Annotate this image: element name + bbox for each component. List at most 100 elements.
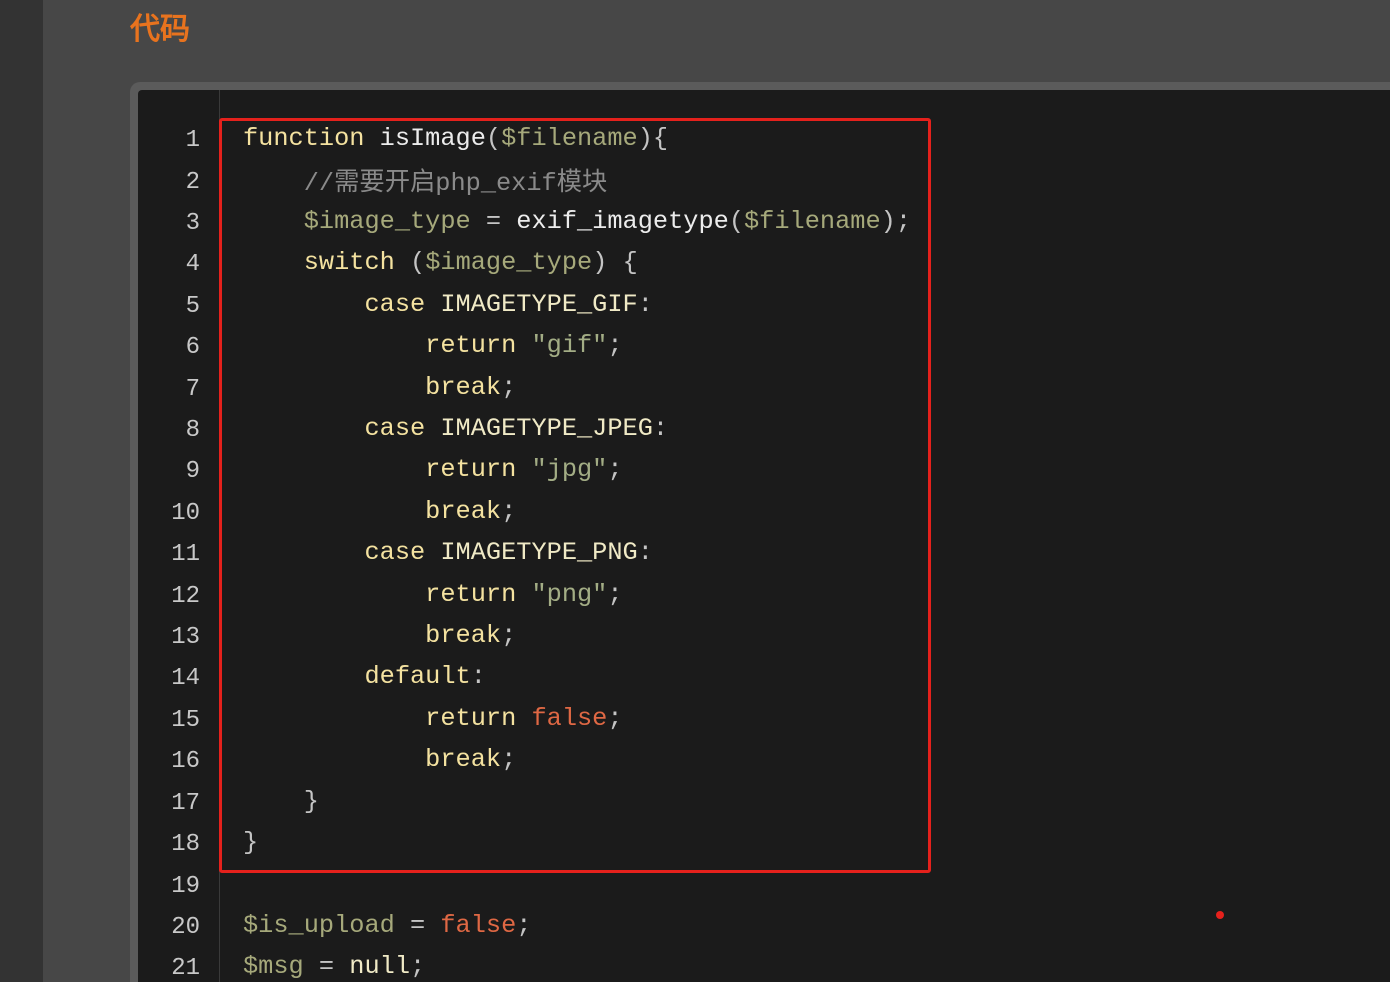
code-token-keyword: return bbox=[425, 455, 517, 485]
code-token-punctuation: ; bbox=[607, 331, 623, 361]
code-token-punctuation: ; bbox=[607, 455, 623, 485]
code-text: case IMAGETYPE_PNG: bbox=[243, 538, 653, 568]
left-sidebar-strip bbox=[0, 0, 43, 982]
code-line: 21 $msg = null; bbox=[138, 946, 1390, 982]
code-text: break; bbox=[243, 373, 516, 402]
code-text: break; bbox=[243, 745, 516, 774]
line-number: 16 bbox=[171, 748, 200, 776]
code-line: 10 break; bbox=[138, 491, 1390, 532]
code-text: $image_type = exif_imagetype($filename); bbox=[243, 207, 911, 236]
code-text: case IMAGETYPE_GIF: bbox=[243, 289, 653, 319]
code-line: 19 bbox=[138, 863, 1390, 904]
code-line: 12 return "png"; bbox=[138, 573, 1390, 614]
code-token-keyword: break bbox=[425, 372, 502, 402]
code-token-keyword: case bbox=[364, 289, 426, 319]
code-token-string: "png" bbox=[531, 579, 608, 609]
code-token-keyword: switch bbox=[303, 248, 395, 278]
code-token-punctuation: ; bbox=[501, 372, 517, 402]
code-line: 17 } bbox=[138, 781, 1390, 822]
code-token-function: exif_imagetype bbox=[516, 207, 729, 237]
line-number: 1 bbox=[185, 127, 200, 155]
line-number: 17 bbox=[171, 789, 200, 817]
code-token-punctuation: ){ bbox=[637, 124, 669, 154]
code-line: 18} bbox=[138, 822, 1390, 863]
code-lines: 1 function isImage($filename){2 //需要开启php… bbox=[138, 118, 1390, 982]
line-number: 2 bbox=[185, 168, 200, 196]
code-text: function isImage($filename){ bbox=[243, 124, 668, 153]
code-token-punctuation: } bbox=[243, 828, 259, 858]
code-line: 13 break; bbox=[138, 615, 1390, 656]
code-line: 3 $image_type = exif_imagetype($filename… bbox=[138, 201, 1390, 242]
code-line: 7 break; bbox=[138, 366, 1390, 407]
code-token-variable: $filename bbox=[501, 124, 638, 154]
code-token-keyword: break bbox=[425, 496, 502, 526]
code-token-punctuation: ; bbox=[501, 745, 517, 775]
line-number: 10 bbox=[171, 499, 200, 527]
line-number: 9 bbox=[185, 458, 200, 486]
code-token-punctuation: : bbox=[637, 289, 653, 319]
code-token-punctuation: = bbox=[394, 910, 441, 940]
code-token-keyword: case bbox=[364, 538, 426, 568]
page-title: 代码 bbox=[130, 13, 190, 46]
code-token-string: "gif" bbox=[531, 331, 608, 361]
code-line: 4 switch ($image_type) { bbox=[138, 242, 1390, 283]
code-token-punctuation: ; bbox=[410, 952, 426, 982]
code-token-variable: $msg bbox=[243, 952, 304, 982]
code-token-punctuation: ) { bbox=[592, 248, 638, 278]
code-text: return "png"; bbox=[243, 579, 622, 609]
code-token-keyword: case bbox=[364, 414, 426, 444]
line-number: 14 bbox=[171, 665, 200, 693]
code-line: 14 default: bbox=[138, 656, 1390, 697]
code-token-punctuation: ); bbox=[880, 207, 912, 237]
line-number: 7 bbox=[185, 375, 200, 403]
line-number: 15 bbox=[171, 706, 200, 734]
code-line: 11 case IMAGETYPE_PNG: bbox=[138, 532, 1390, 573]
code-token-punctuation: ; bbox=[516, 910, 532, 940]
code-token-punctuation: ( bbox=[394, 248, 426, 278]
code-line: 6 return "gif"; bbox=[138, 325, 1390, 366]
code-line: 20 $is_upload = false; bbox=[138, 905, 1390, 946]
code-text: return false; bbox=[243, 703, 622, 733]
code-token-punctuation: ( bbox=[485, 124, 502, 154]
code-token-variable: $filename bbox=[744, 207, 881, 237]
code-viewport: 1 function isImage($filename){2 //需要开启php… bbox=[138, 90, 1390, 982]
line-number: 19 bbox=[171, 872, 200, 900]
line-number: 13 bbox=[171, 624, 200, 652]
code-token-punctuation: : bbox=[470, 662, 486, 692]
code-token-punctuation: = bbox=[303, 952, 350, 982]
code-token-string: "jpg" bbox=[531, 455, 608, 485]
code-line: 9 return "jpg"; bbox=[138, 449, 1390, 490]
code-token-keyword: return bbox=[425, 703, 517, 733]
code-token-variable: $is_upload bbox=[243, 910, 395, 940]
code-line: 1 function isImage($filename){ bbox=[138, 118, 1390, 159]
code-token-boolean: false bbox=[440, 910, 517, 940]
line-number: 8 bbox=[185, 417, 200, 445]
code-token-punctuation: = bbox=[470, 207, 517, 237]
code-token-punctuation: : bbox=[637, 538, 653, 568]
line-number: 5 bbox=[185, 292, 200, 320]
code-token-punctuation: } bbox=[303, 786, 319, 816]
line-number: 12 bbox=[171, 582, 200, 610]
code-token-variable: $image_type bbox=[303, 207, 471, 237]
code-line: 15 return false; bbox=[138, 698, 1390, 739]
code-token-keyword: break bbox=[425, 745, 502, 775]
code-token-keyword: break bbox=[425, 621, 502, 651]
code-token-function: isImage bbox=[379, 124, 486, 154]
red-dot-marker bbox=[1216, 911, 1224, 919]
code-text: $is_upload = false; bbox=[243, 911, 531, 940]
